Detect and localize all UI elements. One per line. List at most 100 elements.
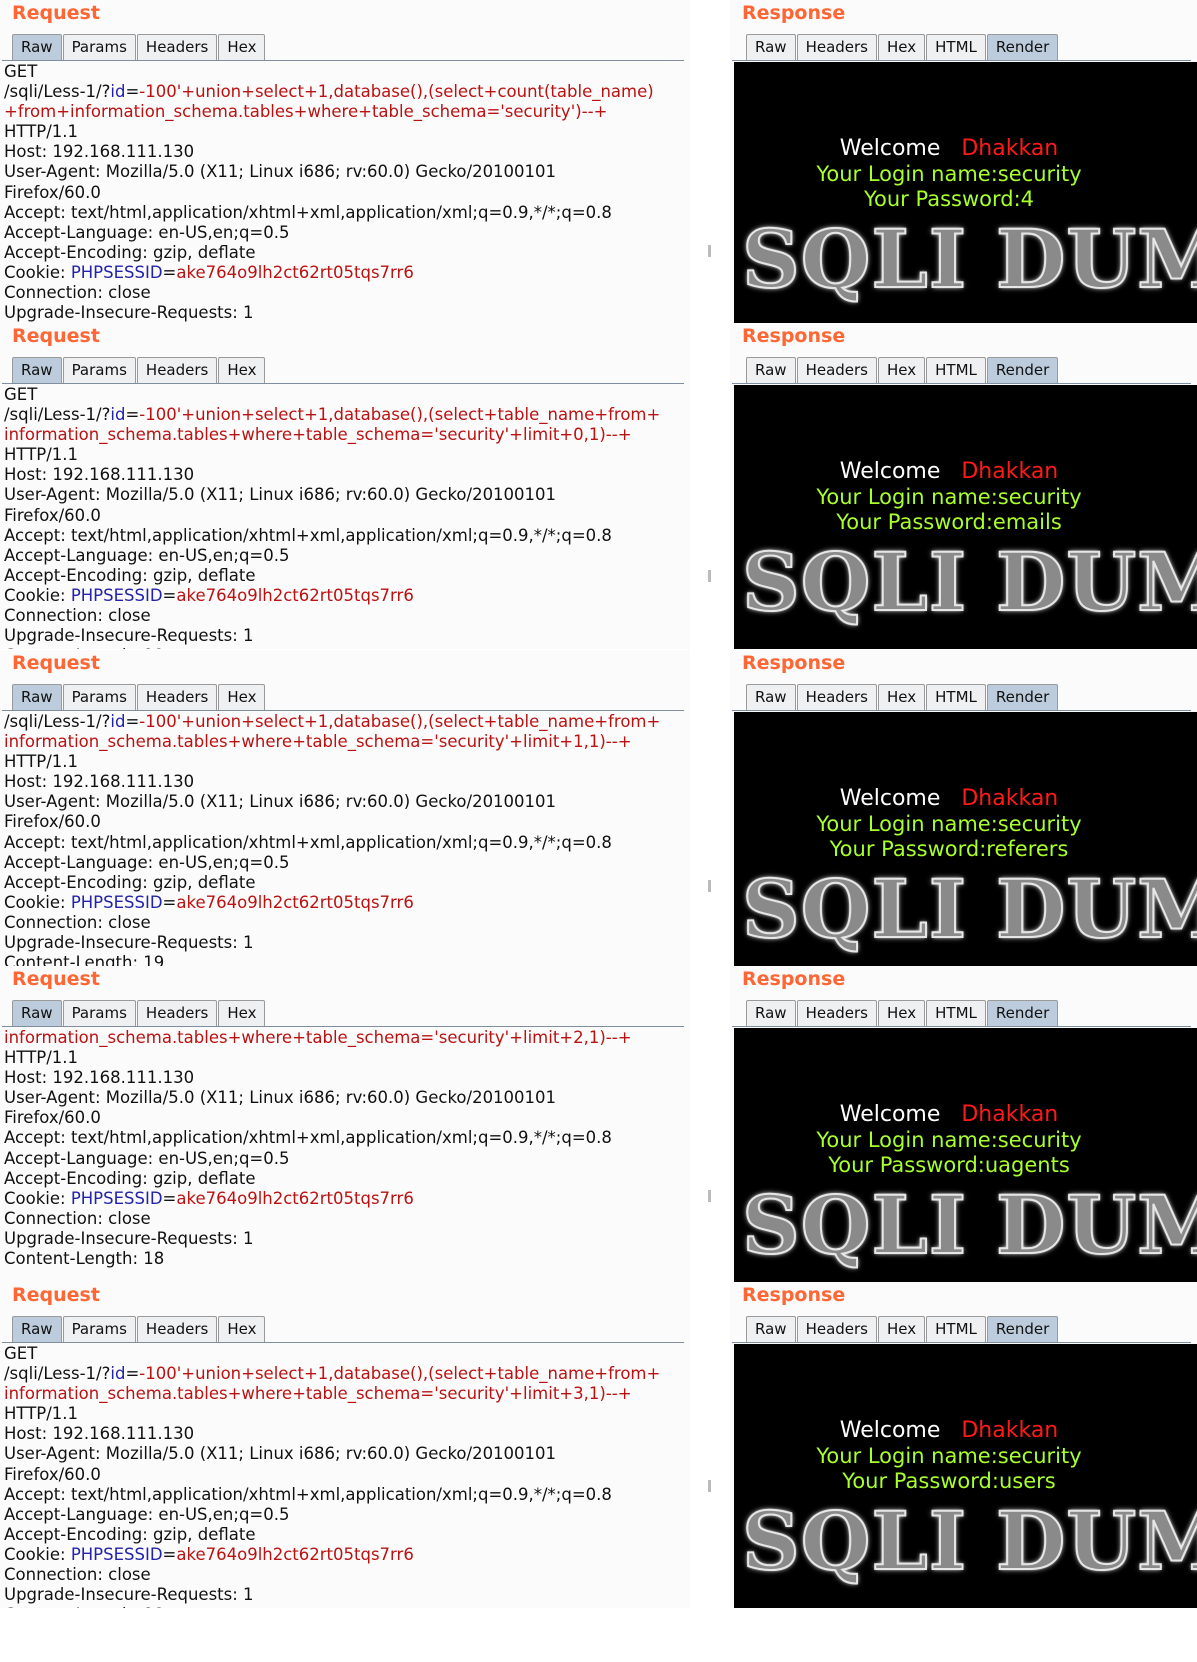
tab-render[interactable]: Render <box>986 684 1059 711</box>
tab-hex[interactable]: Hex <box>878 1000 926 1027</box>
welcome-label: Welcome <box>839 1102 941 1127</box>
divider-grip[interactable] <box>708 570 711 582</box>
line-text: Accept-Encoding: gzip, deflate <box>4 872 256 892</box>
tab-raw[interactable]: Raw <box>746 684 796 711</box>
tab-headers[interactable]: Headers <box>136 1000 218 1027</box>
tab-headers[interactable]: Headers <box>796 357 877 384</box>
line-text: HTTP/1.1 <box>4 1048 79 1068</box>
divider-grip[interactable] <box>708 245 711 257</box>
tab-html[interactable]: HTML <box>926 1316 986 1343</box>
request-editor[interactable]: GET/sqli/Less-1/?id=-100'+union+select+1… <box>4 385 690 649</box>
tab-html[interactable]: HTML <box>926 34 986 61</box>
request-editor[interactable]: information_schema.tables+where+table_sc… <box>4 1028 690 1292</box>
divider-grip[interactable] <box>708 880 711 892</box>
tab-params[interactable]: Params <box>62 1000 136 1027</box>
tab-hex[interactable]: Hex <box>878 357 926 384</box>
param-value: ake764o9lh2ct62rt05tqs7rr6 <box>176 1544 414 1564</box>
tab-render[interactable]: Render <box>986 1000 1059 1027</box>
request-editor[interactable]: GET/sqli/Less-1/?id=-100'+union+select+1… <box>4 62 690 326</box>
login-name-text: Your Login name:security <box>816 485 1082 509</box>
request-line: Content-Length: 18 <box>4 1605 690 1608</box>
tab-hex[interactable]: Hex <box>218 357 266 384</box>
line-text: HTTP/1.1 <box>4 122 79 142</box>
param-name: PHPSESSID <box>70 892 163 912</box>
tab-hex[interactable]: Hex <box>878 1316 926 1343</box>
tab-params[interactable]: Params <box>62 34 136 61</box>
param-value: -100'+union+select+1,database(),(select+… <box>139 405 661 425</box>
tab-underline <box>732 710 1191 711</box>
sqli-dumb-banner: SQLI DUM <box>741 1177 1197 1273</box>
tab-hex[interactable]: Hex <box>878 684 926 711</box>
tab-hex[interactable]: Hex <box>878 34 926 61</box>
line-text: User-Agent: Mozilla/5.0 (X11; Linux i686… <box>4 792 557 812</box>
tab-headers[interactable]: Headers <box>796 1316 877 1343</box>
response-tabs: Raw Headers Hex HTML Render <box>746 1316 1059 1343</box>
divider-grip[interactable] <box>708 1480 711 1492</box>
tab-underline <box>2 383 684 384</box>
user-name: Dhakkan <box>961 136 1059 161</box>
sqli-dumb-banner: SQLI DUM <box>741 211 1197 307</box>
tab-params[interactable]: Params <box>62 357 136 384</box>
request-line: HTTP/1.1 <box>4 1048 690 1068</box>
tab-hex[interactable]: Hex <box>218 1000 266 1027</box>
tab-headers[interactable]: Headers <box>136 1316 218 1343</box>
tab-raw[interactable]: Raw <box>12 1000 62 1027</box>
request-editor[interactable]: GET/sqli/Less-1/?id=-100'+union+select+1… <box>4 1344 690 1608</box>
request-panel: Request Raw Params Headers Hex GET/sqli/… <box>0 0 690 326</box>
tab-raw[interactable]: Raw <box>12 684 62 711</box>
line-text: User-Agent: Mozilla/5.0 (X11; Linux i686… <box>4 162 557 182</box>
request-editor[interactable]: /sqli/Less-1/?id=-100'+union+select+1,da… <box>4 712 690 976</box>
request-line: information_schema.tables+where+table_sc… <box>4 732 690 752</box>
tab-headers[interactable]: Headers <box>136 357 218 384</box>
welcome-label: Welcome <box>839 459 941 484</box>
response-panel: Response Raw Headers Hex HTML Render Wel… <box>730 323 1197 649</box>
request-title: Request <box>12 968 100 990</box>
line-text: Cookie: <box>4 892 71 912</box>
request-line: Upgrade-Insecure-Requests: 1 <box>4 1229 690 1249</box>
request-line: /sqli/Less-1/?id=-100'+union+select+1,da… <box>4 405 690 425</box>
user-name: Dhakkan <box>961 786 1059 811</box>
param-value: -100'+union+select+1,database(),(select+… <box>139 1364 661 1384</box>
param-name: PHPSESSID <box>70 262 163 282</box>
tab-raw[interactable]: Raw <box>12 357 62 384</box>
login-name-text: Your Login name:security <box>816 1444 1082 1468</box>
sqli-dumb-banner: SQLI DUM <box>741 861 1197 957</box>
tab-html[interactable]: HTML <box>926 684 986 711</box>
request-line: User-Agent: Mozilla/5.0 (X11; Linux i686… <box>4 485 690 505</box>
response-panel: Response Raw Headers Hex HTML Render Wel… <box>730 1282 1197 1608</box>
divider-grip[interactable] <box>708 1190 711 1202</box>
line-text: HTTP/1.1 <box>4 752 79 772</box>
request-line: Host: 192.168.111.130 <box>4 1424 690 1444</box>
tab-hex[interactable]: Hex <box>218 1316 266 1343</box>
param-name: id <box>110 1364 126 1384</box>
line-text: User-Agent: Mozilla/5.0 (X11; Linux i686… <box>4 485 557 505</box>
panel-divider[interactable] <box>690 0 730 1662</box>
tab-render[interactable]: Render <box>986 1316 1059 1343</box>
tab-headers[interactable]: Headers <box>136 684 218 711</box>
tab-headers[interactable]: Headers <box>136 34 218 61</box>
tab-raw[interactable]: Raw <box>746 1316 796 1343</box>
tab-hex[interactable]: Hex <box>218 684 266 711</box>
password-text: Your Password:referers <box>829 837 1069 861</box>
tab-raw[interactable]: Raw <box>746 357 796 384</box>
tab-render[interactable]: Render <box>986 357 1059 384</box>
tab-headers[interactable]: Headers <box>796 1000 877 1027</box>
tab-headers[interactable]: Headers <box>796 684 877 711</box>
tab-raw[interactable]: Raw <box>12 1316 62 1343</box>
request-line: GET <box>4 1344 690 1364</box>
tab-html[interactable]: HTML <box>926 1000 986 1027</box>
param-value: information_schema.tables+where+table_sc… <box>4 732 632 752</box>
tab-raw[interactable]: Raw <box>12 34 62 61</box>
tab-render[interactable]: Render <box>986 34 1059 61</box>
tab-html[interactable]: HTML <box>926 357 986 384</box>
request-line: information_schema.tables+where+table_sc… <box>4 1028 690 1048</box>
line-text: GET <box>4 1344 38 1363</box>
tab-raw[interactable]: Raw <box>746 1000 796 1027</box>
welcome-label: Welcome <box>839 136 941 161</box>
tab-headers[interactable]: Headers <box>796 34 877 61</box>
tab-hex[interactable]: Hex <box>218 34 266 61</box>
request-line: Cookie: PHPSESSID=ake764o9lh2ct62rt05tqs… <box>4 893 690 913</box>
tab-params[interactable]: Params <box>62 684 136 711</box>
tab-params[interactable]: Params <box>62 1316 136 1343</box>
tab-raw[interactable]: Raw <box>746 34 796 61</box>
